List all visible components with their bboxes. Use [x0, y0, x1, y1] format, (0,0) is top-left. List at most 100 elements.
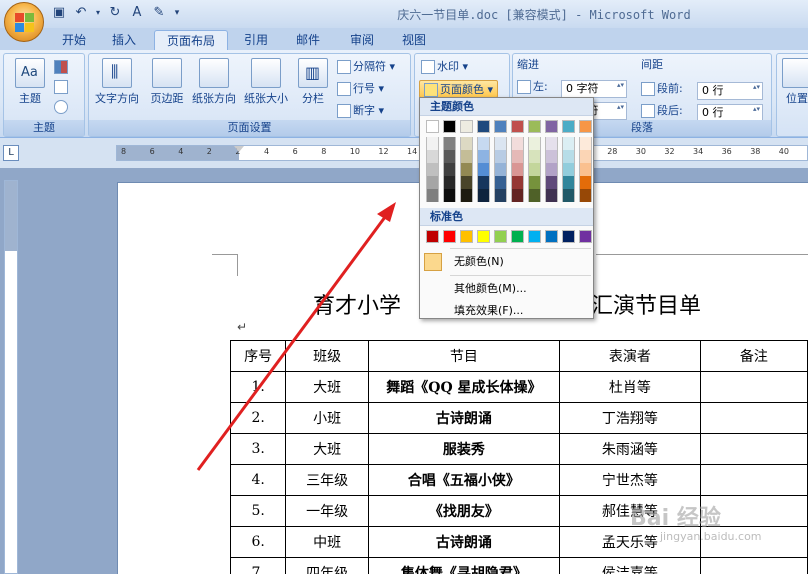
orientation-button[interactable]: 纸张方向 [189, 58, 239, 106]
color-swatch[interactable] [494, 137, 507, 150]
margins-button[interactable]: 页边距 [145, 58, 189, 106]
color-swatch[interactable] [443, 150, 456, 163]
position-button[interactable]: 位置 [779, 58, 808, 106]
columns-button[interactable]: ▥ 分栏 [293, 58, 333, 106]
tab-view[interactable]: 视图 [390, 30, 438, 50]
standard-color-swatch[interactable] [443, 230, 456, 243]
color-swatch[interactable] [579, 137, 592, 150]
standard-color-swatch[interactable] [511, 230, 524, 243]
standard-color-swatch[interactable] [494, 230, 507, 243]
color-swatch[interactable] [460, 163, 473, 176]
color-swatch[interactable] [443, 120, 456, 133]
color-swatch[interactable] [579, 150, 592, 163]
color-swatch[interactable] [562, 137, 575, 150]
office-button[interactable] [4, 2, 44, 42]
color-swatch[interactable] [494, 163, 507, 176]
color-swatch[interactable] [460, 120, 473, 133]
color-swatch[interactable] [528, 137, 541, 150]
table-cell[interactable] [699, 433, 808, 465]
color-swatch[interactable] [562, 189, 575, 202]
spacing-before-input[interactable]: 0 行 [697, 82, 763, 100]
table-cell[interactable]: 朱雨涵等 [558, 433, 701, 465]
color-swatch[interactable] [579, 189, 592, 202]
tab-references[interactable]: 引用 [232, 30, 280, 50]
color-swatch[interactable] [545, 176, 558, 189]
color-swatch[interactable] [545, 137, 558, 150]
table-cell[interactable]: 7. [229, 557, 287, 574]
tab-selector-button[interactable]: L [3, 145, 19, 161]
more-colors-item[interactable]: 其他颜色(M)... [420, 278, 593, 300]
color-swatch[interactable] [443, 176, 456, 189]
standard-color-swatch[interactable] [477, 230, 490, 243]
color-swatch[interactable] [511, 163, 524, 176]
table-cell[interactable] [699, 464, 808, 496]
table-cell[interactable]: 古诗朗诵 [367, 526, 560, 558]
table-cell[interactable]: 一年级 [285, 495, 369, 527]
color-swatch[interactable] [477, 176, 490, 189]
color-swatch[interactable] [494, 120, 507, 133]
hyphenation-button[interactable]: 断字 ▾ [337, 102, 384, 120]
color-swatch[interactable] [579, 163, 592, 176]
indent-left-input[interactable]: 0 字符 [561, 80, 627, 98]
watermark-button[interactable]: 水印 ▾ [421, 58, 468, 76]
tab-page-layout[interactable]: 页面布局 [154, 30, 229, 50]
table-cell[interactable]: 5. [229, 495, 287, 527]
tab-mailings[interactable]: 邮件 [284, 30, 332, 50]
standard-color-swatch[interactable] [426, 230, 439, 243]
table-cell[interactable]: 中班 [285, 526, 369, 558]
table-cell[interactable]: 古诗朗诵 [367, 402, 560, 434]
theme-colors-button[interactable] [54, 58, 70, 76]
color-swatch[interactable] [494, 176, 507, 189]
color-swatch[interactable] [528, 163, 541, 176]
tab-review[interactable]: 审阅 [338, 30, 386, 50]
table-cell[interactable]: 合唱《五福小侠》 [367, 464, 560, 496]
color-swatch[interactable] [528, 189, 541, 202]
table-cell[interactable]: 小班 [285, 402, 369, 434]
color-swatch[interactable] [545, 150, 558, 163]
table-cell[interactable] [699, 557, 808, 574]
theme-fonts-button[interactable] [54, 78, 70, 96]
color-swatch[interactable] [477, 120, 490, 133]
color-swatch[interactable] [511, 120, 524, 133]
standard-color-swatch[interactable] [579, 230, 592, 243]
table-cell[interactable]: 舞蹈《QQ 星成长体操》 [367, 371, 560, 403]
color-swatch[interactable] [477, 150, 490, 163]
color-swatch[interactable] [443, 137, 456, 150]
table-cell[interactable]: 4. [229, 464, 287, 496]
color-swatch[interactable] [511, 189, 524, 202]
table-cell[interactable]: 宁世杰等 [558, 464, 701, 496]
header-cell[interactable]: 序号 [229, 340, 287, 372]
color-swatch[interactable] [426, 150, 439, 163]
vertical-ruler[interactable] [4, 180, 18, 574]
header-cell[interactable]: 节目 [367, 340, 560, 372]
header-cell[interactable]: 备注 [699, 340, 808, 372]
standard-color-swatch[interactable] [460, 230, 473, 243]
themes-button[interactable]: Aa 主题 [8, 58, 52, 106]
color-swatch[interactable] [562, 163, 575, 176]
color-swatch[interactable] [511, 150, 524, 163]
color-swatch[interactable] [545, 120, 558, 133]
color-swatch[interactable] [511, 137, 524, 150]
color-swatch[interactable] [562, 120, 575, 133]
standard-color-swatch[interactable] [528, 230, 541, 243]
indent-marker-icon[interactable] [234, 146, 244, 152]
color-swatch[interactable] [528, 150, 541, 163]
color-swatch[interactable] [579, 120, 592, 133]
color-swatch[interactable] [460, 176, 473, 189]
color-swatch[interactable] [562, 150, 575, 163]
color-swatch[interactable] [545, 189, 558, 202]
table-cell[interactable]: 《找朋友》 [367, 495, 560, 527]
table-cell[interactable]: 大班 [285, 371, 369, 403]
color-swatch[interactable] [528, 120, 541, 133]
table-cell[interactable]: 2. [229, 402, 287, 434]
color-swatch[interactable] [443, 189, 456, 202]
color-swatch[interactable] [443, 163, 456, 176]
color-swatch[interactable] [426, 163, 439, 176]
table-cell[interactable]: 集体舞《寻胡隐君》 [367, 557, 560, 574]
standard-color-swatch[interactable] [562, 230, 575, 243]
table-cell[interactable] [699, 402, 808, 434]
line-numbers-button[interactable]: 行号 ▾ [337, 80, 384, 98]
color-swatch[interactable] [426, 120, 439, 133]
tab-home[interactable]: 开始 [50, 30, 98, 50]
table-cell[interactable]: 大班 [285, 433, 369, 465]
